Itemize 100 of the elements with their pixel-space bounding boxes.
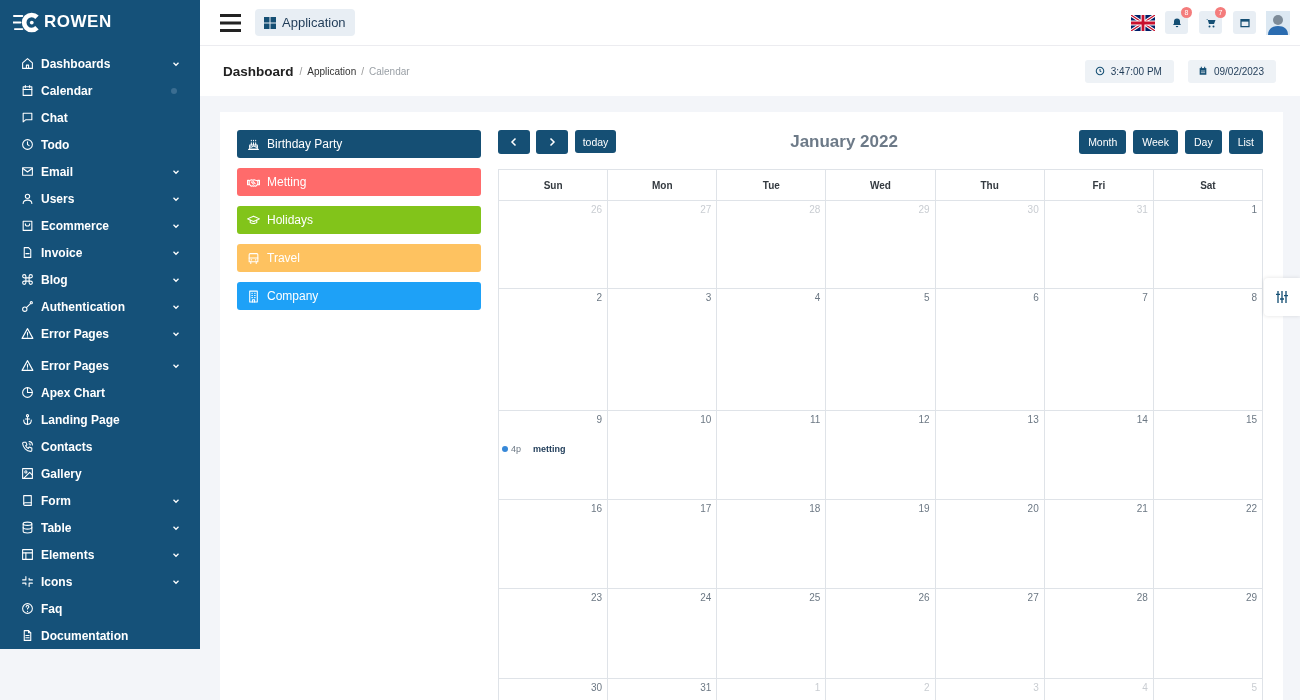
day-number: 17 bbox=[700, 502, 713, 515]
day-number: 28 bbox=[1136, 591, 1149, 604]
next-button[interactable] bbox=[536, 130, 568, 154]
image-icon bbox=[21, 467, 34, 480]
building-icon bbox=[247, 289, 260, 303]
day-number: 24 bbox=[700, 591, 713, 604]
breadcrumb-separator: / bbox=[299, 65, 303, 77]
sidebar-item[interactable]: Gallery bbox=[0, 460, 200, 487]
previous-button[interactable] bbox=[498, 130, 530, 154]
breadcrumb-separator: / bbox=[361, 65, 364, 77]
phone-icon bbox=[21, 440, 34, 453]
sidebar-item[interactable]: Blog bbox=[0, 266, 200, 293]
pie-chart-icon bbox=[21, 386, 34, 399]
event-dot-icon bbox=[502, 446, 508, 452]
sidebar-item[interactable]: Contacts bbox=[0, 433, 200, 460]
settings-icon bbox=[1274, 289, 1290, 305]
cake-icon bbox=[247, 137, 260, 151]
view-button[interactable]: Day bbox=[1184, 130, 1222, 154]
event-type-button[interactable]: Birthday Party bbox=[237, 130, 481, 158]
sidebar-item[interactable]: Error Pages bbox=[0, 320, 200, 347]
document-icon bbox=[21, 629, 34, 642]
book-icon bbox=[21, 494, 34, 507]
settings-button[interactable] bbox=[1264, 278, 1300, 316]
window-icon bbox=[1238, 16, 1251, 29]
clock-icon bbox=[21, 138, 34, 151]
time-text: 3:47:00 PM bbox=[1110, 65, 1162, 77]
page-title: Dashboard bbox=[223, 63, 294, 79]
app-menu-button[interactable]: Application bbox=[255, 9, 355, 36]
day-number: 2 bbox=[596, 291, 604, 304]
sidebar-item[interactable]: Elements bbox=[0, 541, 200, 568]
day-number: 6 bbox=[1033, 291, 1040, 304]
day-number: 5 bbox=[924, 291, 931, 304]
sidebar-item[interactable]: Todo bbox=[0, 131, 200, 158]
user-icon bbox=[21, 192, 34, 205]
sidebar-item[interactable]: Icons bbox=[0, 568, 200, 595]
bag-icon bbox=[21, 219, 34, 232]
grid-icon bbox=[264, 16, 276, 29]
sidebar-item[interactable]: Invoice bbox=[0, 239, 200, 266]
warning-icon bbox=[21, 359, 34, 372]
flag-icon[interactable] bbox=[1131, 14, 1155, 31]
sidebar-item[interactable]: Chat bbox=[0, 104, 200, 131]
view-button[interactable]: List bbox=[1228, 130, 1263, 154]
warning-icon bbox=[21, 327, 34, 340]
pinwheel-icon bbox=[21, 575, 34, 588]
day-number: 4 bbox=[814, 291, 822, 304]
sidebar-item[interactable]: Calendar bbox=[0, 77, 200, 104]
menu-button[interactable] bbox=[220, 13, 241, 32]
day-number: 11 bbox=[810, 413, 822, 426]
weekday-header: Mon bbox=[608, 170, 718, 201]
event-title[interactable]: metting bbox=[533, 444, 566, 454]
day-number: 21 bbox=[1136, 502, 1149, 515]
bell-icon bbox=[1170, 16, 1183, 29]
event-time: 4p bbox=[511, 444, 521, 454]
day-number: 7 bbox=[1142, 291, 1149, 304]
view-button[interactable]: Month bbox=[1079, 130, 1127, 154]
graduation-cap-icon bbox=[247, 213, 260, 227]
brand-name: ROWEN bbox=[44, 12, 112, 32]
sidebar-item[interactable]: Table bbox=[0, 514, 200, 541]
day-number: 29 bbox=[1245, 591, 1258, 604]
day-number: 26 bbox=[918, 591, 931, 604]
sidebar-item[interactable]: Documentation bbox=[0, 622, 200, 649]
day-number: 1 bbox=[1251, 203, 1258, 216]
sidebar-item[interactable]: Form bbox=[0, 487, 200, 514]
sidebar-item[interactable]: Ecommerce bbox=[0, 212, 200, 239]
sidebar-item[interactable]: Email bbox=[0, 158, 200, 185]
day-number: 19 bbox=[918, 502, 931, 515]
calendar-icon bbox=[21, 84, 34, 97]
sidebar-item[interactable]: Landing Page bbox=[0, 406, 200, 433]
day-number: 27 bbox=[1027, 591, 1040, 604]
key-icon bbox=[21, 300, 34, 313]
view-button[interactable]: Week bbox=[1133, 130, 1178, 154]
weekday-header: Fri bbox=[1044, 170, 1154, 201]
day-number: 22 bbox=[1245, 502, 1258, 515]
sidebar-item[interactable]: Error Pages bbox=[0, 352, 200, 379]
layout-icon bbox=[21, 548, 34, 561]
bus-icon bbox=[247, 251, 260, 265]
sidebar-item[interactable]: Users bbox=[0, 185, 200, 212]
day-number: 18 bbox=[809, 502, 822, 515]
help-icon bbox=[21, 602, 34, 615]
day-number: 16 bbox=[591, 502, 604, 515]
breadcrumb-link[interactable]: Application bbox=[307, 65, 357, 77]
avatar-icon[interactable] bbox=[1266, 10, 1290, 35]
sidebar-item[interactable]: Dashboards bbox=[0, 50, 200, 77]
date-text: 09/02/2023 bbox=[1213, 65, 1264, 77]
day-number: 14 bbox=[1136, 413, 1149, 426]
mail-icon bbox=[21, 165, 34, 178]
fullscreen-button[interactable] bbox=[1233, 11, 1256, 34]
sidebar-item[interactable]: Authentication bbox=[0, 293, 200, 320]
today-button[interactable]: today bbox=[575, 130, 616, 153]
chat-icon bbox=[21, 111, 34, 124]
weekday-header: Sun bbox=[499, 170, 609, 201]
command-icon bbox=[21, 273, 34, 286]
day-number: 12 bbox=[918, 413, 931, 426]
day-number: 23 bbox=[591, 591, 604, 604]
day-number: 8 bbox=[1251, 291, 1258, 304]
calendar-icon bbox=[1197, 66, 1208, 76]
sidebar-item[interactable]: Faq bbox=[0, 595, 200, 622]
weekday-header: Sat bbox=[1153, 170, 1263, 201]
day-number: 13 bbox=[1027, 413, 1040, 426]
sidebar-item[interactable]: Apex Chart bbox=[0, 379, 200, 406]
